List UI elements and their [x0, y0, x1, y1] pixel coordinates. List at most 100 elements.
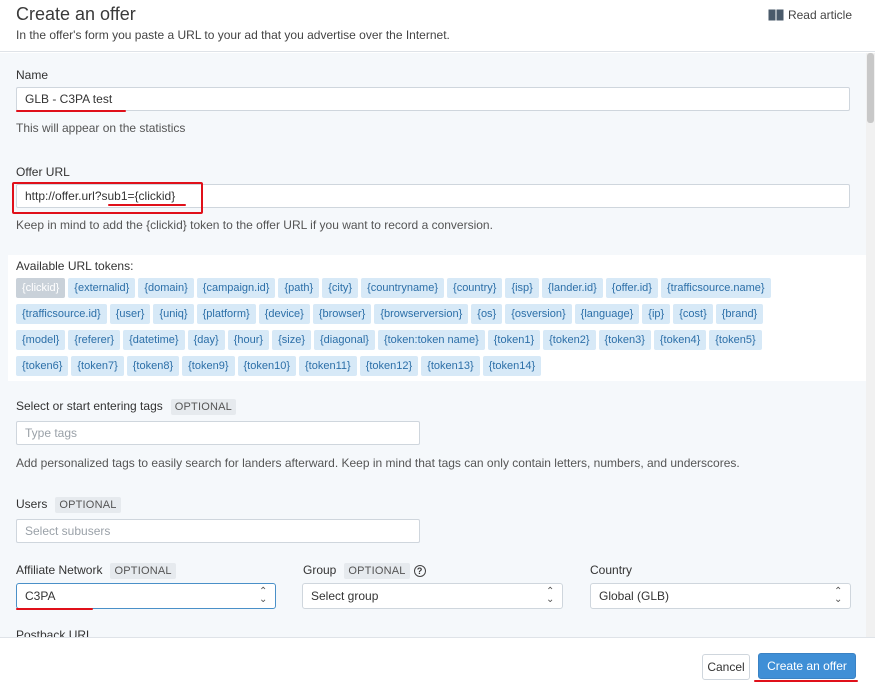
question-circle-icon[interactable]: ? — [413, 564, 426, 577]
annotation-underline-token — [108, 204, 186, 206]
page-title: Create an offer — [16, 4, 136, 24]
tags-label-text: Select or start entering tags — [16, 399, 163, 413]
token-chip[interactable]: {trafficsource.id} — [16, 304, 107, 324]
token-chip[interactable]: {clickid} — [16, 278, 66, 298]
token-chip[interactable]: {token1} — [487, 330, 541, 350]
token-chip[interactable]: {datetime} — [123, 330, 185, 350]
token-chip[interactable]: {token7} — [71, 356, 124, 376]
token-chip[interactable]: {token3} — [598, 330, 651, 350]
tags-help: Add personalized tags to easily search f… — [16, 456, 740, 470]
token-chip[interactable]: {token9} — [182, 356, 235, 376]
group-select[interactable]: Select group ⌃ ⌄ — [302, 583, 563, 609]
offer-url-help: Keep in mind to add the {clickid} token … — [16, 218, 493, 232]
token-chip[interactable]: {token:token name} — [377, 330, 485, 350]
optional-badge: OPTIONAL — [110, 563, 176, 579]
group-value: Select group — [311, 589, 379, 603]
token-chip[interactable]: {referer} — [68, 330, 121, 350]
affiliate-network-label: Affiliate Network OPTIONAL — [16, 563, 176, 579]
chevron-updown-icon: ⌃ ⌄ — [259, 586, 268, 605]
token-chip[interactable]: {size} — [272, 330, 311, 350]
token-chip[interactable]: {trafficsource.name} — [660, 278, 771, 298]
token-chip[interactable]: {browserversion} — [374, 304, 469, 324]
read-article-label: Read article — [787, 8, 852, 22]
form-scrollbar[interactable] — [866, 53, 875, 637]
cancel-button[interactable]: Cancel — [702, 654, 750, 680]
offer-form: Name GLB - C3PA test This will appear on… — [0, 53, 866, 637]
token-chip[interactable]: {token6} — [16, 356, 69, 376]
country-select[interactable]: Global (GLB) ⌃ ⌄ — [590, 583, 851, 609]
token-chip[interactable]: {day} — [187, 330, 225, 350]
users-label-text: Users — [16, 497, 48, 511]
annotation-underline-network — [16, 608, 93, 610]
token-chip[interactable]: {isp} — [505, 278, 539, 298]
token-chip[interactable]: {token8} — [126, 356, 180, 376]
tokens-label: Available URL tokens: — [16, 259, 134, 273]
token-chip[interactable]: {token5} — [709, 330, 762, 350]
token-chip[interactable]: {externalid} — [68, 278, 136, 298]
annotation-underline-name — [16, 110, 126, 112]
group-label-text: Group — [303, 563, 337, 577]
annotation-box-offer-url — [12, 182, 203, 214]
name-label: Name — [16, 68, 49, 82]
token-chip[interactable]: {osversion} — [505, 304, 572, 324]
token-chip[interactable]: {token13} — [421, 356, 480, 376]
token-chip[interactable]: {brand} — [715, 304, 764, 324]
token-chip[interactable]: {path} — [278, 278, 320, 298]
token-chip[interactable]: {city} — [322, 278, 359, 298]
token-chip[interactable]: {token14} — [482, 356, 542, 376]
token-chip[interactable]: {domain} — [138, 278, 194, 298]
token-chip[interactable]: {os} — [471, 304, 503, 324]
group-label: Group OPTIONAL? — [303, 563, 426, 579]
country-label: Country — [590, 563, 633, 577]
scrollbar-thumb[interactable] — [867, 53, 874, 123]
annotation-underline-create — [754, 680, 858, 682]
chevron-updown-icon: ⌃ ⌄ — [834, 586, 843, 605]
token-chip[interactable]: {token11} — [299, 356, 357, 376]
country-value: Global (GLB) — [599, 589, 670, 603]
name-input[interactable]: GLB - C3PA test — [16, 87, 850, 111]
token-chip[interactable]: {token10} — [237, 356, 296, 376]
postback-url-label: Postback URL — [16, 628, 93, 637]
token-chip[interactable]: {hour} — [227, 330, 270, 350]
token-chip[interactable]: {token2} — [543, 330, 596, 350]
token-row-2: {trafficsource.id} {user} {uniq} {platfo… — [16, 304, 764, 324]
token-row-3: {model} {referer} {datetime} {day} {hour… — [16, 330, 762, 350]
token-chip[interactable]: {model} — [16, 330, 66, 350]
affiliate-network-value: C3PA — [25, 589, 56, 603]
token-chip[interactable]: {token12} — [359, 356, 419, 376]
token-chip[interactable]: {offer.id} — [605, 278, 658, 298]
name-help: This will appear on the statistics — [16, 121, 186, 135]
page-subtitle: In the offer's form you paste a URL to y… — [16, 28, 450, 42]
token-row-4: {token6} {token7} {token8} {token9} {tok… — [16, 356, 542, 376]
token-chip[interactable]: {country} — [447, 278, 503, 298]
url-tokens-panel: Available URL tokens: {clickid} {externa… — [8, 255, 866, 381]
token-chip[interactable]: {campaign.id} — [196, 278, 276, 298]
token-chip[interactable]: {ip} — [642, 304, 671, 324]
token-chip[interactable]: {diagonal} — [314, 330, 375, 350]
dialog-header: Create an offer In the offer's form you … — [0, 0, 875, 52]
token-chip[interactable]: {token4} — [653, 330, 707, 350]
token-row-1: {clickid} {externalid} {domain} {campaig… — [16, 278, 771, 298]
token-chip[interactable]: {language} — [574, 304, 640, 324]
token-chip[interactable]: {cost} — [673, 304, 713, 324]
offer-url-label: Offer URL — [16, 165, 70, 179]
read-article-link[interactable]: Read article — [768, 8, 852, 22]
book-icon — [768, 9, 784, 21]
dialog-footer: Cancel Create an offer — [0, 637, 875, 691]
token-chip[interactable]: {device} — [258, 304, 310, 324]
affiliate-network-select[interactable]: C3PA ⌃ ⌄ — [16, 583, 276, 609]
token-chip[interactable]: {browser} — [312, 304, 372, 324]
token-chip[interactable]: {platform} — [196, 304, 256, 324]
token-chip[interactable]: {lander.id} — [541, 278, 603, 298]
token-chip[interactable]: {countryname} — [361, 278, 445, 298]
optional-badge: OPTIONAL — [170, 399, 236, 415]
create-offer-button[interactable]: Create an offer — [758, 653, 856, 679]
chevron-updown-icon: ⌃ ⌄ — [546, 586, 555, 605]
tags-label: Select or start entering tags OPTIONAL — [16, 399, 236, 415]
token-chip[interactable]: {uniq} — [153, 304, 194, 324]
optional-badge: OPTIONAL — [344, 563, 410, 579]
optional-badge: OPTIONAL — [55, 497, 121, 513]
tags-input[interactable]: Type tags — [16, 421, 420, 445]
users-select[interactable]: Select subusers — [16, 519, 420, 543]
token-chip[interactable]: {user} — [109, 304, 151, 324]
